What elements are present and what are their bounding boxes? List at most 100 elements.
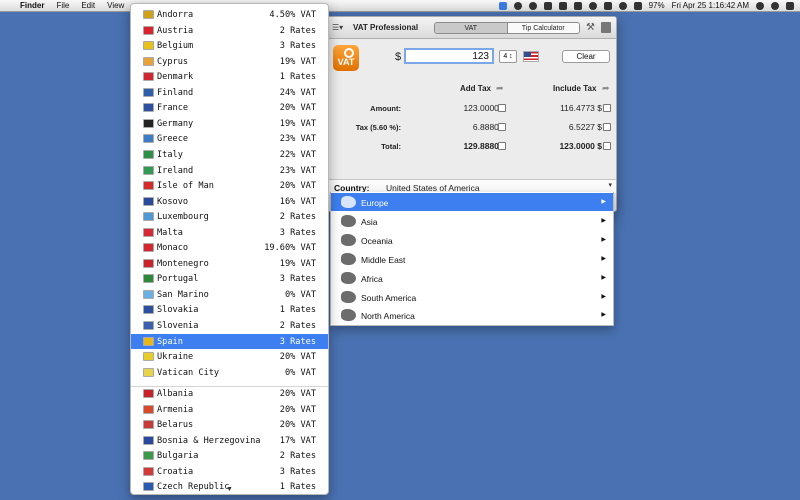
country-item[interactable]: Cyprus 19% VAT <box>131 54 328 70</box>
decimals-stepper[interactable]: 4 ↕ <box>499 50 517 63</box>
flag-icon <box>143 274 154 284</box>
region-item[interactable]: Oceania ▶ <box>331 231 613 249</box>
region-item[interactable]: South America ▶ <box>331 288 613 306</box>
country-item[interactable]: Germany 19% VAT <box>131 116 328 132</box>
region-item[interactable]: Asia ▶ <box>331 212 613 230</box>
volume-icon[interactable] <box>633 1 642 10</box>
country-name: Germany <box>157 118 194 129</box>
clear-button[interactable]: Clear <box>562 50 610 63</box>
country-item[interactable]: Albania 20% VAT <box>131 386 328 402</box>
country-item[interactable]: Monaco 19.60% VAT <box>131 240 328 256</box>
sync-icon[interactable] <box>573 1 582 10</box>
app-menu-icon[interactable]: ☰▾ <box>332 23 343 32</box>
country-item[interactable]: Bulgaria 2 Rates <box>131 448 328 464</box>
menu-file[interactable]: File <box>56 1 69 10</box>
country-name: Belarus <box>157 420 194 431</box>
country-rate: 20% VAT <box>279 181 316 192</box>
calculator-icon[interactable] <box>601 22 611 33</box>
copy-checkbox[interactable] <box>498 142 506 150</box>
country-item[interactable]: Kosovo 16% VAT <box>131 194 328 210</box>
country-name: Ireland <box>157 165 194 176</box>
country-selector[interactable]: Country: United States of America ▾ <box>326 179 616 193</box>
user-icon[interactable] <box>756 1 764 10</box>
vat-logo-text: VAT <box>337 57 355 67</box>
region-label: Middle East <box>361 254 406 265</box>
menu-bar-right: 97% Fri Apr 25 1:16:42 AM <box>498 1 794 10</box>
country-item[interactable]: Isle of Man 20% VAT <box>131 178 328 194</box>
country-rate: 3 Rates <box>279 336 316 347</box>
country-rate: 2 Rates <box>279 212 316 223</box>
us-flag-icon[interactable] <box>523 51 539 62</box>
country-item[interactable]: France 20% VAT <box>131 100 328 116</box>
country-item[interactable]: Andorra 4.50% VAT <box>131 7 328 23</box>
app-menu-finder[interactable]: Finder <box>20 1 44 10</box>
country-item[interactable]: Belarus 20% VAT <box>131 417 328 433</box>
flag-icon <box>143 289 154 299</box>
region-item[interactable]: Middle East ▶ <box>331 250 613 268</box>
continent-icon <box>341 196 356 208</box>
country-item[interactable]: Malta 3 Rates <box>131 225 328 241</box>
country-rate: 19% VAT <box>279 258 316 269</box>
country-item[interactable]: Slovakia 1 Rates <box>131 302 328 318</box>
copy-checkbox[interactable] <box>498 104 506 112</box>
status-icon[interactable] <box>513 1 522 10</box>
menu-edit[interactable]: Edit <box>81 1 95 10</box>
country-item[interactable]: Croatia 3 Rates <box>131 464 328 480</box>
country-item[interactable]: Portugal 3 Rates <box>131 271 328 287</box>
country-item[interactable]: Luxembourg 2 Rates <box>131 209 328 225</box>
country-item[interactable]: Bosnia & Herzegovina 17% VAT <box>131 433 328 449</box>
time-machine-icon[interactable] <box>588 1 597 10</box>
region-item[interactable]: Europe ▶ <box>331 193 613 211</box>
copy-checkbox[interactable] <box>498 123 506 131</box>
flag-icon <box>143 10 154 19</box>
dropdown-arrow-icon[interactable]: ▾ <box>608 181 612 189</box>
country-item[interactable]: Spain 3 Rates <box>131 333 328 350</box>
airplay-icon[interactable] <box>558 1 567 10</box>
region-item[interactable]: North America ▶ <box>331 306 613 324</box>
spotlight-icon[interactable] <box>771 1 779 10</box>
currency-symbol: $ <box>395 51 402 63</box>
country-item[interactable]: Ireland 23% VAT <box>131 163 328 179</box>
country-item[interactable]: Vatican City 0% VAT <box>131 365 328 381</box>
bluetooth-icon[interactable] <box>603 1 612 10</box>
country-item[interactable]: Denmark 1 Rates <box>131 69 328 85</box>
country-item[interactable]: Czech Republic 1 Rates <box>131 479 328 494</box>
menu-view[interactable]: View <box>107 1 124 10</box>
country-item[interactable]: Austria 2 Rates <box>131 23 328 39</box>
notification-center-icon[interactable] <box>786 1 794 10</box>
region-item[interactable]: Africa ▶ <box>331 269 613 287</box>
country-item[interactable]: Montenegro 19% VAT <box>131 256 328 272</box>
vat-status-icon[interactable] <box>498 1 507 10</box>
country-item[interactable]: Italy 22% VAT <box>131 147 328 163</box>
amount-input[interactable] <box>404 48 494 64</box>
country-item[interactable]: San Marino 0% VAT <box>131 287 328 303</box>
cloud-icon[interactable] <box>528 1 537 10</box>
wifi-icon[interactable] <box>618 1 627 10</box>
country-item[interactable]: Finland 24% VAT <box>131 85 328 101</box>
tab-tip-calculator[interactable]: Tip Calculator <box>506 23 579 33</box>
country-rate: 17% VAT <box>279 435 316 446</box>
battery-percent[interactable]: 97% <box>649 1 665 10</box>
display-icon[interactable] <box>543 1 552 10</box>
country-item[interactable]: Slovenia 2 Rates <box>131 318 328 334</box>
country-rate: 24% VAT <box>279 87 316 98</box>
copy-checkbox[interactable] <box>603 123 611 131</box>
clock[interactable]: Fri Apr 25 1:16:42 AM <box>672 1 749 10</box>
country-name: Bulgaria <box>157 451 199 462</box>
copy-checkbox[interactable] <box>603 142 611 150</box>
country-item[interactable]: Armenia 20% VAT <box>131 402 328 418</box>
continent-icon <box>341 290 356 303</box>
country-name: Malta <box>157 227 183 238</box>
wrench-icon[interactable]: ⚒ <box>586 22 595 33</box>
country-item[interactable]: Greece 23% VAT <box>131 131 328 147</box>
flag-icon <box>143 321 154 330</box>
country-item[interactable]: Ukraine 20% VAT <box>131 349 328 365</box>
tax-label: Tax (5.60 %): <box>355 123 401 132</box>
country-name: Czech Republic <box>157 482 230 493</box>
flag-icon <box>143 165 154 175</box>
country-rate: 0% VAT <box>284 289 316 300</box>
submenu-arrow-icon: ▶ <box>601 312 606 319</box>
copy-checkbox[interactable] <box>603 104 611 112</box>
tab-vat[interactable]: VAT <box>435 23 507 33</box>
country-item[interactable]: Belgium 3 Rates <box>131 38 328 54</box>
